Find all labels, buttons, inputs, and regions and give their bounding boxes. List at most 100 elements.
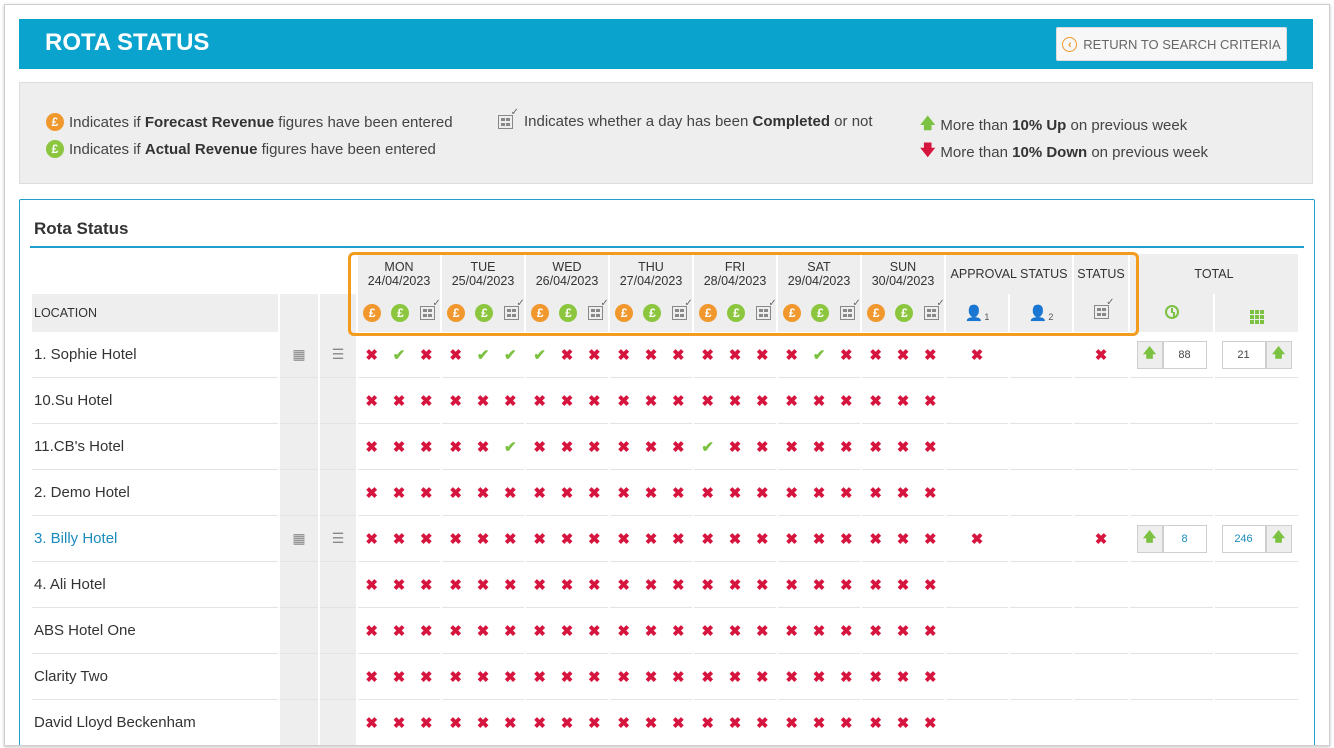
cross-icon: ✖ bbox=[728, 346, 742, 364]
cross-icon: ✖ bbox=[896, 392, 910, 410]
day-subheader-5: £ £ bbox=[778, 294, 861, 332]
calendar-clock-icon[interactable]: ▦ bbox=[289, 346, 309, 364]
cross-icon: ✖ bbox=[533, 714, 546, 732]
table-row: 10.Su Hotel ✖ ✖ ✖ ✖ ✖ ✖ ✖ ✖ ✖ ✖ ✖ ✖ ✖ ✖ ✖ ✖ ✖ ✖ ✖ ✖ ✖ bbox=[32, 378, 1298, 424]
day-cell: ✖ ✖ ✖ bbox=[778, 700, 860, 745]
cross-icon: ✖ bbox=[924, 392, 937, 410]
cross-icon: ✖ bbox=[644, 438, 658, 456]
cross-icon: ✖ bbox=[420, 622, 433, 640]
cross-icon: ✖ bbox=[869, 392, 882, 410]
location-name[interactable]: 3. Billy Hotel bbox=[32, 516, 278, 562]
day-cell: ✖ ✖ ✖ bbox=[610, 378, 692, 424]
day-header-tue: TUE 25/04/2023 bbox=[442, 254, 524, 294]
approval-status-header: APPROVAL STATUS bbox=[946, 254, 1072, 294]
day-cell: ✖ ✖ ✖ bbox=[526, 516, 608, 562]
hours-cell: 🡅 88 bbox=[1130, 332, 1213, 378]
cross-icon: ✖ bbox=[392, 484, 406, 502]
calendar-clock-icon[interactable]: ▦ bbox=[289, 530, 309, 548]
actual-revenue-icon: £ bbox=[727, 304, 746, 322]
cross-icon: ✖ bbox=[756, 622, 769, 640]
cross-icon: ✖ bbox=[869, 484, 882, 502]
cross-icon: ✖ bbox=[449, 438, 462, 456]
day-cell: ✖ ✖ ✖ bbox=[610, 700, 692, 745]
cross-icon: ✖ bbox=[644, 622, 658, 640]
return-to-search-button[interactable]: ‹ RETURN TO SEARCH CRITERIA bbox=[1056, 27, 1287, 61]
cross-icon: ✖ bbox=[533, 438, 546, 456]
cost-cell: 21 🡅 bbox=[1215, 332, 1298, 378]
cross-icon: ✖ bbox=[449, 576, 462, 594]
cross-icon: ✖ bbox=[728, 438, 742, 456]
approval-2-cell bbox=[1010, 332, 1072, 378]
table-row: 1. Sophie Hotel ▦ ☰ ✖ ✔ ✖ ✖ ✔ ✔ ✔ ✖ ✖ ✖ ✖ ✖ ✖ ✖ ✖ ✖ ✔ ✖ ✖ ✖ ✖ ✖ ✖… bbox=[32, 332, 1298, 378]
day-subheader-0: £ £ bbox=[358, 294, 441, 332]
cross-icon: ✖ bbox=[672, 576, 685, 594]
cross-icon: ✖ bbox=[365, 622, 378, 640]
cross-icon: ✖ bbox=[560, 622, 574, 640]
cross-icon: ✖ bbox=[840, 346, 853, 364]
cross-icon: ✖ bbox=[1094, 530, 1108, 548]
gantt-chart-icon[interactable]: ☰ bbox=[328, 530, 348, 548]
actual-revenue-icon: £ bbox=[559, 304, 578, 322]
day-cell: ✖ ✖ ✖ bbox=[778, 516, 860, 562]
day-cell: ✖ ✖ ✖ bbox=[694, 516, 776, 562]
cross-icon: ✖ bbox=[924, 714, 937, 732]
cross-icon: ✖ bbox=[812, 530, 826, 548]
cross-icon: ✖ bbox=[756, 668, 769, 686]
cross-icon: ✖ bbox=[392, 438, 406, 456]
cross-icon: ✖ bbox=[476, 484, 490, 502]
hours-value[interactable]: 8 bbox=[1162, 524, 1207, 553]
page-header: ROTA STATUS ‹ RETURN TO SEARCH CRITERIA bbox=[19, 19, 1313, 69]
day-cell: ✖ ✖ ✖ bbox=[778, 608, 860, 654]
gantt-chart-icon[interactable]: ☰ bbox=[328, 346, 348, 364]
table-row: David Lloyd Beckenham ✖ ✖ ✖ ✖ ✖ ✖ ✖ ✖ ✖ ✖ ✖ ✖ ✖ ✖ ✖ ✖ ✖ ✖ ✖… bbox=[32, 700, 1298, 745]
cross-icon: ✖ bbox=[785, 438, 798, 456]
cost-value[interactable]: 21 bbox=[1221, 340, 1266, 369]
cross-icon: ✖ bbox=[672, 714, 685, 732]
cross-icon: ✖ bbox=[924, 484, 937, 502]
cross-icon: ✖ bbox=[756, 530, 769, 548]
completed-icon bbox=[923, 298, 945, 320]
user-1-icon: 👤 1 bbox=[964, 305, 990, 322]
cross-icon: ✖ bbox=[365, 668, 378, 686]
arrow-up-icon: 🡅 bbox=[1136, 524, 1163, 553]
cross-icon: ✖ bbox=[756, 346, 769, 364]
cost-cell: 246 🡅 bbox=[1215, 516, 1298, 562]
actual-revenue-icon: £ bbox=[811, 304, 830, 322]
cross-icon: ✖ bbox=[588, 392, 601, 410]
day-cell: ✖ ✖ ✖ bbox=[694, 470, 776, 516]
page-title: ROTA STATUS bbox=[45, 29, 210, 56]
cross-icon: ✖ bbox=[504, 668, 517, 686]
cross-icon: ✖ bbox=[588, 576, 601, 594]
actual-revenue-icon: £ bbox=[391, 304, 410, 322]
cross-icon: ✖ bbox=[728, 576, 742, 594]
day-cell: ✖ ✖ ✖ bbox=[778, 470, 860, 516]
cross-icon: ✖ bbox=[812, 668, 826, 686]
cross-icon: ✖ bbox=[785, 576, 798, 594]
day-cell: ✖ ✖ ✖ bbox=[526, 424, 608, 470]
day-cell: ✖ ✖ ✖ bbox=[442, 608, 524, 654]
hours-value[interactable]: 88 bbox=[1162, 340, 1207, 369]
day-cell: ✖ ✖ ✖ bbox=[610, 424, 692, 470]
cost-value[interactable]: 246 bbox=[1221, 524, 1266, 553]
table-row: 4. Ali Hotel ✖ ✖ ✖ ✖ ✖ ✖ ✖ ✖ ✖ ✖ ✖ ✖ ✖ ✖ ✖ ✖ ✖ ✖ ✖ ✖ ✖ bbox=[32, 562, 1298, 608]
day-cell: ✖ ✖ ✖ bbox=[694, 654, 776, 700]
cross-icon: ✖ bbox=[672, 530, 685, 548]
cross-icon: ✖ bbox=[896, 530, 910, 548]
cross-icon: ✖ bbox=[392, 714, 406, 732]
cross-icon: ✖ bbox=[617, 622, 630, 640]
day-cell: ✖ ✖ ✖ bbox=[442, 378, 524, 424]
actual-revenue-icon: £ bbox=[643, 304, 662, 322]
day-cell: ✖ ✖ ✖ bbox=[862, 654, 944, 700]
cross-icon: ✖ bbox=[812, 714, 826, 732]
cross-icon: ✖ bbox=[644, 576, 658, 594]
cross-icon: ✖ bbox=[896, 438, 910, 456]
day-cell: ✖ ✖ ✖ bbox=[526, 654, 608, 700]
tick-icon: ✔ bbox=[504, 438, 517, 456]
cross-icon: ✖ bbox=[924, 346, 937, 364]
cross-icon: ✖ bbox=[924, 668, 937, 686]
cross-icon: ✖ bbox=[504, 530, 517, 548]
cross-icon: ✖ bbox=[869, 576, 882, 594]
location-name: 10.Su Hotel bbox=[32, 378, 278, 424]
tick-icon: ✔ bbox=[533, 346, 546, 364]
cross-icon: ✖ bbox=[728, 622, 742, 640]
